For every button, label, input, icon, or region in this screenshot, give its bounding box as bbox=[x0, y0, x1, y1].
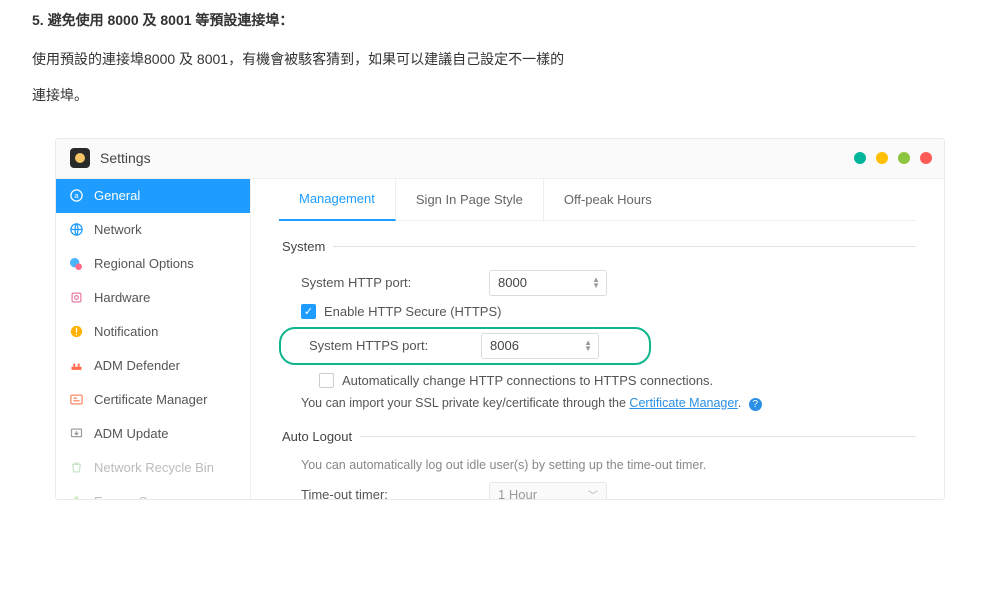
auto-redirect-checkbox[interactable] bbox=[319, 373, 334, 388]
general-icon: a bbox=[68, 188, 84, 204]
system-fieldset: System System HTTP port: 8000 ▲▼ ✓ Enabl… bbox=[279, 239, 916, 411]
energy-icon bbox=[68, 494, 84, 499]
cert-icon bbox=[68, 392, 84, 408]
autologout-fieldset: Auto Logout You can automatically log ou… bbox=[279, 429, 916, 499]
window-title: Settings bbox=[100, 150, 151, 166]
chevron-down-icon: ﹀ bbox=[588, 487, 598, 499]
cert-manager-link[interactable]: Certificate Manager bbox=[629, 396, 737, 410]
sidebar-item-recycle[interactable]: Network Recycle Bin bbox=[56, 451, 250, 485]
update-icon bbox=[68, 426, 84, 442]
enable-https-label: Enable HTTP Secure (HTTPS) bbox=[324, 304, 501, 319]
window-dot-2[interactable] bbox=[876, 152, 888, 164]
notification-icon bbox=[68, 324, 84, 340]
timeout-value: 1 Hour bbox=[498, 487, 537, 499]
https-port-highlight: System HTTPS port: 8006 ▲▼ bbox=[279, 327, 651, 365]
autologout-legend: Auto Logout bbox=[279, 429, 360, 444]
sidebar-item-general[interactable]: a General bbox=[56, 179, 250, 213]
sidebar-item-label: Energy Saver bbox=[94, 494, 173, 499]
sidebar-item-cert[interactable]: Certificate Manager bbox=[56, 383, 250, 417]
defender-icon bbox=[68, 358, 84, 374]
tab-signin[interactable]: Sign In Page Style bbox=[396, 179, 544, 220]
sidebar-item-label: Network bbox=[94, 222, 142, 237]
sidebar-item-label: Hardware bbox=[94, 290, 150, 305]
enable-https-checkbox[interactable]: ✓ bbox=[301, 304, 316, 319]
sidebar-item-label: Regional Options bbox=[94, 256, 194, 271]
window-controls bbox=[854, 152, 932, 164]
sidebar-item-update[interactable]: ADM Update bbox=[56, 417, 250, 451]
doc-heading: 5. 避免使用 8000 及 8001 等預設連接埠： bbox=[32, 10, 968, 30]
sidebar: a General Network Regional Options bbox=[56, 179, 251, 499]
http-port-spinner[interactable]: ▲▼ bbox=[592, 277, 600, 289]
sidebar-item-hardware[interactable]: Hardware bbox=[56, 281, 250, 315]
doc-p2: 連接埠。 bbox=[32, 84, 968, 108]
https-port-spinner[interactable]: ▲▼ bbox=[584, 340, 592, 352]
network-icon bbox=[68, 222, 84, 238]
https-port-input[interactable]: 8006 ▲▼ bbox=[481, 333, 599, 359]
tab-management[interactable]: Management bbox=[279, 179, 396, 221]
timeout-label: Time-out timer: bbox=[279, 487, 489, 499]
settings-window: Settings a General bbox=[55, 138, 945, 500]
sidebar-item-label: General bbox=[94, 188, 140, 203]
doc-p1: 使用預設的連接埠8000 及 8001，有機會被駭客猜到，如果可以建議自己設定不… bbox=[32, 48, 968, 72]
window-dot-4[interactable] bbox=[920, 152, 932, 164]
sidebar-item-notification[interactable]: Notification bbox=[56, 315, 250, 349]
timeout-select[interactable]: 1 Hour ﹀ bbox=[489, 482, 607, 499]
auto-redirect-label: Automatically change HTTP connections to… bbox=[342, 373, 713, 388]
tab-offpeak[interactable]: Off-peak Hours bbox=[544, 179, 672, 220]
autologout-note: You can automatically log out idle user(… bbox=[301, 458, 916, 472]
http-port-label: System HTTP port: bbox=[279, 275, 489, 290]
sidebar-item-network[interactable]: Network bbox=[56, 213, 250, 247]
content-panel: Management Sign In Page Style Off-peak H… bbox=[251, 179, 944, 499]
sidebar-item-regional[interactable]: Regional Options bbox=[56, 247, 250, 281]
sidebar-item-label: ADM Defender bbox=[94, 358, 180, 373]
http-port-input[interactable]: 8000 ▲▼ bbox=[489, 270, 607, 296]
regional-icon bbox=[68, 256, 84, 272]
titlebar: Settings bbox=[56, 139, 944, 179]
sidebar-item-label: ADM Update bbox=[94, 426, 168, 441]
sidebar-item-defender[interactable]: ADM Defender bbox=[56, 349, 250, 383]
window-dot-1[interactable] bbox=[854, 152, 866, 164]
settings-app-icon bbox=[70, 148, 90, 168]
https-port-value: 8006 bbox=[490, 338, 519, 353]
sidebar-item-label: Notification bbox=[94, 324, 158, 339]
recycle-icon bbox=[68, 460, 84, 476]
svg-text:a: a bbox=[74, 191, 79, 200]
https-port-label: System HTTPS port: bbox=[281, 338, 481, 353]
system-legend: System bbox=[279, 239, 333, 254]
ssl-note: You can import your SSL private key/cert… bbox=[301, 396, 916, 411]
sidebar-item-energy[interactable]: Energy Saver bbox=[56, 485, 250, 499]
http-port-value: 8000 bbox=[498, 275, 527, 290]
window-dot-3[interactable] bbox=[898, 152, 910, 164]
hardware-icon bbox=[68, 290, 84, 306]
sidebar-item-label: Network Recycle Bin bbox=[94, 460, 214, 475]
sidebar-item-label: Certificate Manager bbox=[94, 392, 207, 407]
tabs: Management Sign In Page Style Off-peak H… bbox=[279, 179, 916, 221]
info-icon[interactable]: ? bbox=[749, 398, 762, 411]
